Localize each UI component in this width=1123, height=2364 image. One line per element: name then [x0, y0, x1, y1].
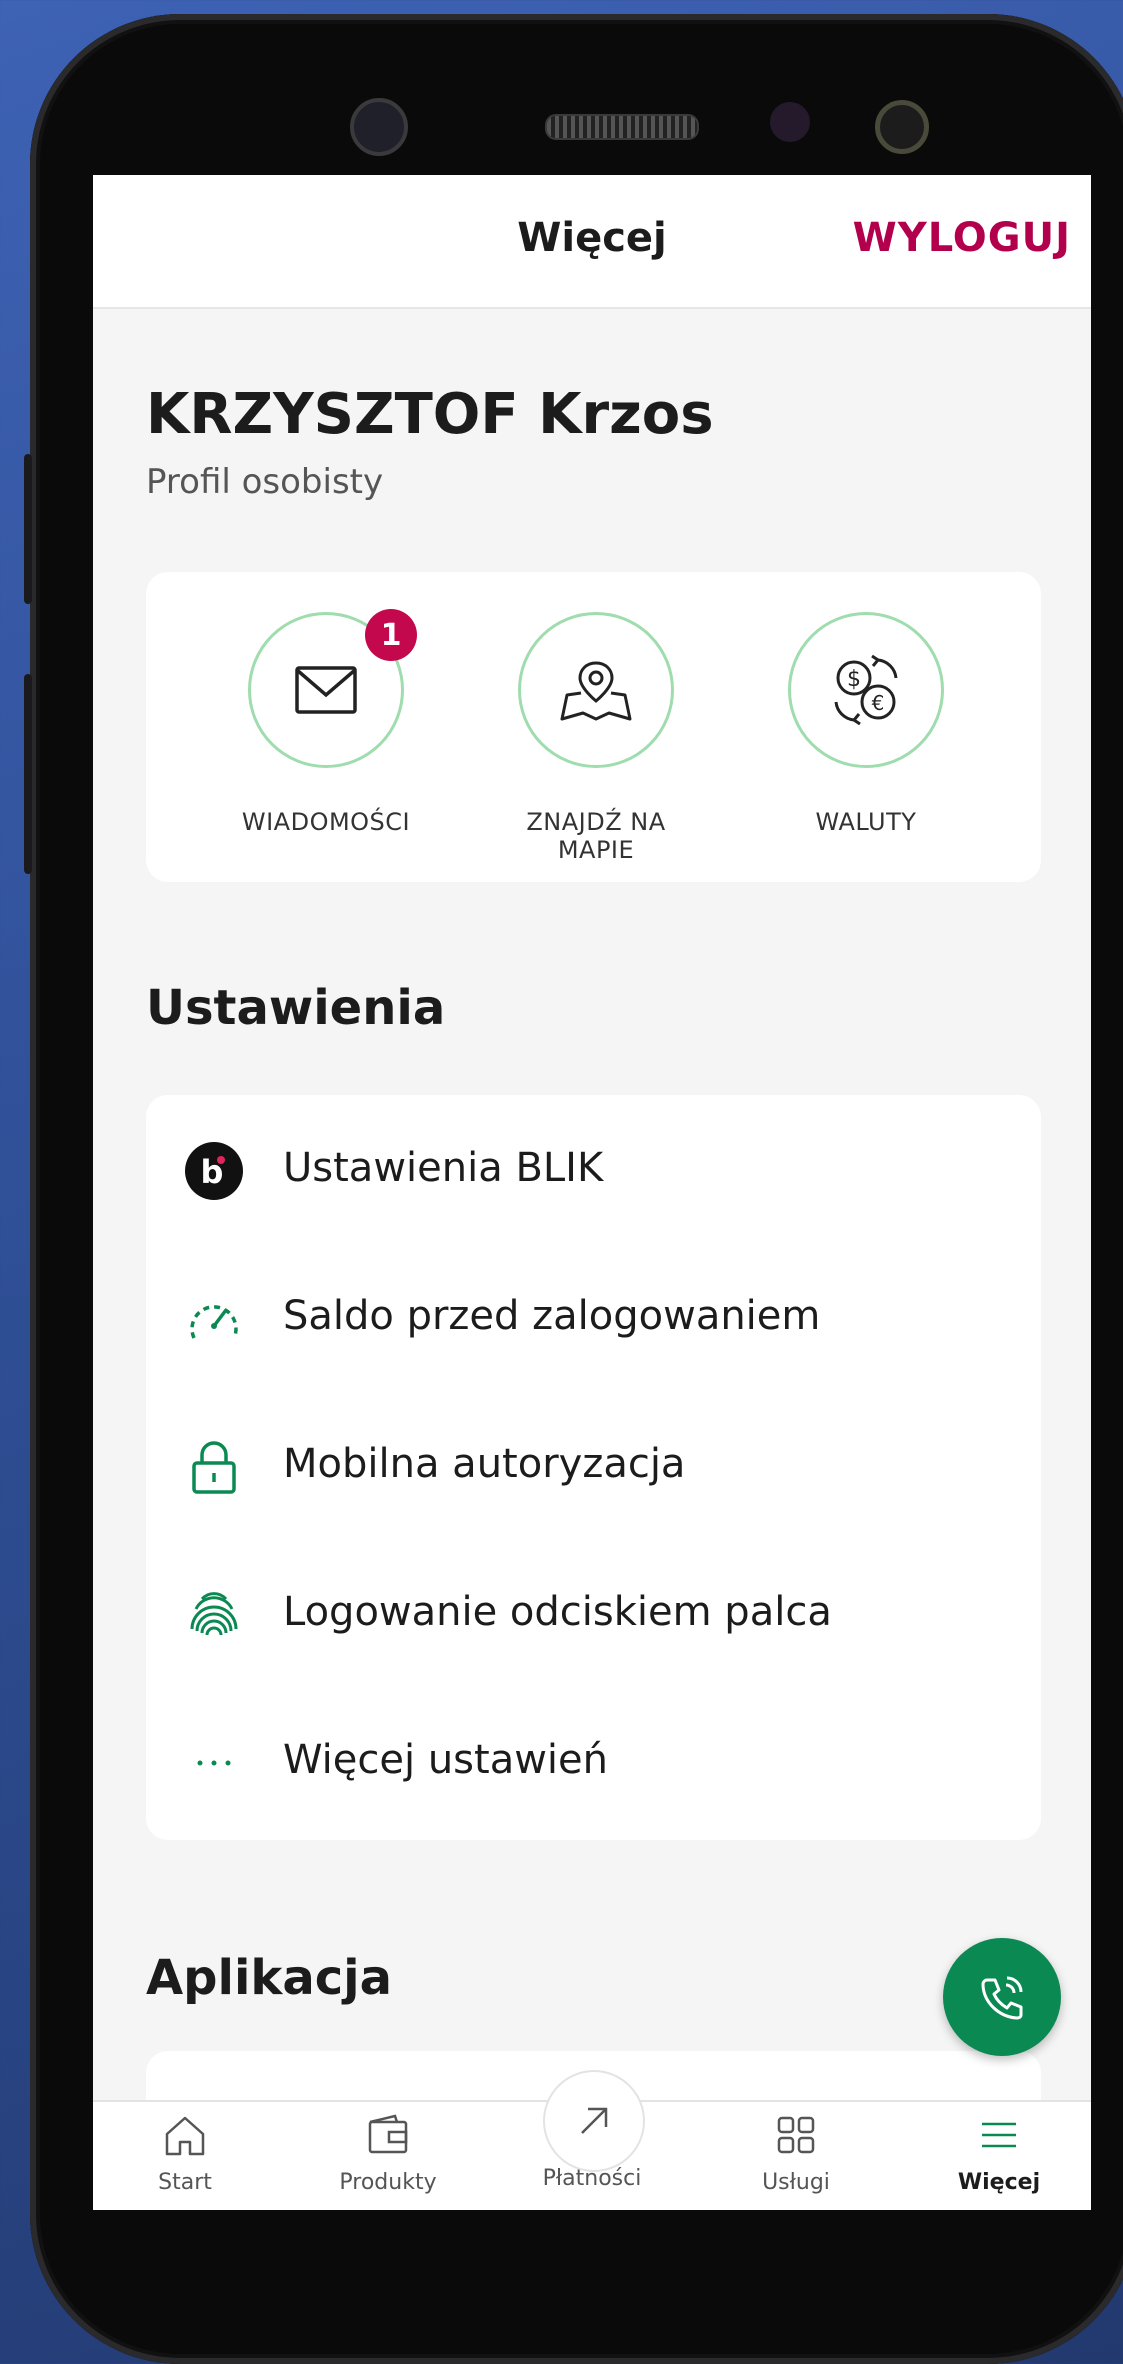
volume-button	[24, 454, 32, 604]
nav-label: Start	[158, 2170, 212, 2195]
earpiece-speaker	[545, 114, 699, 140]
arrow-up-right-icon	[581, 2107, 608, 2134]
nav-label: Produkty	[339, 2170, 437, 2195]
settings-section-title: Ustawienia	[146, 980, 446, 1036]
svg-text:€: €	[872, 691, 885, 715]
quick-action-map[interactable]: ZNAJDŹ NA MAPIE	[486, 612, 706, 864]
logout-button[interactable]: WYLOGUJ	[853, 215, 1071, 261]
profile-type: Profil osobisty	[146, 462, 384, 502]
phone-call-icon	[981, 1976, 1023, 2020]
speedometer-icon	[184, 1289, 244, 1349]
lock-icon	[184, 1437, 244, 1497]
nav-services[interactable]: Usługi	[706, 2112, 886, 2195]
fingerprint-icon	[184, 1585, 244, 1645]
map-circle	[518, 612, 674, 768]
menu-icon	[982, 2122, 1016, 2148]
bottom-navigation: Start Produkty Płatności Usługi Więcej	[93, 2070, 1091, 2210]
settings-item-fingerprint[interactable]: Logowanie odciskiem palca	[146, 1539, 1041, 1687]
power-button	[24, 674, 32, 874]
settings-item-label: Saldo przed zalogowaniem	[283, 1293, 821, 1339]
settings-item-balance[interactable]: Saldo przed zalogowaniem	[146, 1243, 1041, 1391]
application-section-title: Aplikacja	[146, 1950, 393, 2006]
user-name: KRZYSZTOF Krzos	[146, 382, 714, 447]
wallet-icon	[368, 2114, 408, 2154]
grid-icon	[777, 2116, 815, 2154]
settings-item-label: Ustawienia BLIK	[283, 1145, 604, 1191]
payments-circle-button[interactable]	[543, 2070, 645, 2172]
messages-circle: 1	[248, 609, 417, 768]
front-camera	[350, 98, 408, 156]
settings-item-blik[interactable]: b Ustawienia BLIK	[146, 1095, 1041, 1243]
settings-item-more[interactable]: Więcej ustawień	[146, 1687, 1041, 1835]
proximity-sensor	[770, 102, 810, 142]
nav-start[interactable]: Start	[95, 2112, 275, 2195]
call-button[interactable]	[943, 1938, 1061, 2056]
blik-icon: b	[184, 1141, 244, 1201]
quick-action-label: WIADOMOŚCI	[241, 808, 411, 836]
settings-item-mobile-auth[interactable]: Mobilna autoryzacja	[146, 1391, 1041, 1539]
currency-exchange-icon: $ €	[834, 654, 898, 726]
top-bar: Więcej WYLOGUJ	[93, 175, 1091, 309]
more-dots-icon	[184, 1733, 244, 1793]
nav-more[interactable]: Więcej	[909, 2112, 1089, 2195]
envelope-icon	[295, 666, 357, 714]
currencies-circle: $ €	[788, 612, 944, 768]
map-pin-icon	[560, 661, 632, 721]
quick-action-currencies[interactable]: $ € WALUTY	[756, 612, 976, 836]
nav-label: Więcej	[957, 2170, 1041, 2195]
unread-badge: 1	[365, 609, 417, 661]
quick-action-label: WALUTY	[815, 808, 917, 836]
nav-products[interactable]: Produkty	[298, 2112, 478, 2195]
settings-item-label: Więcej ustawień	[283, 1737, 608, 1783]
quick-actions-card: 1 WIADOMOŚCI ZNAJDŹ NA MAPIE $ € WALUTY	[146, 572, 1041, 882]
settings-card: b Ustawienia BLIK Saldo przed zalogowani…	[146, 1095, 1041, 1840]
nav-label: Usługi	[762, 2170, 830, 2195]
settings-item-label: Mobilna autoryzacja	[283, 1441, 686, 1487]
svg-text:$: $	[847, 667, 861, 692]
quick-action-messages[interactable]: 1 WIADOMOŚCI	[216, 609, 436, 836]
settings-item-label: Logowanie odciskiem palca	[283, 1589, 832, 1635]
app-screen: Więcej WYLOGUJ KRZYSZTOF Krzos Profil os…	[93, 175, 1091, 2210]
quick-action-label: ZNAJDŹ NA MAPIE	[526, 808, 666, 864]
flash-light	[875, 100, 929, 154]
home-icon	[165, 2116, 205, 2156]
